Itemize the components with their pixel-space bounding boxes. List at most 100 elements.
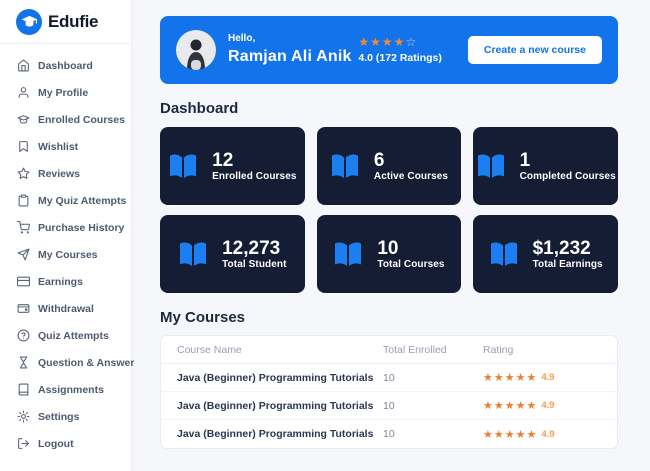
sidebar-item-label: My Courses	[38, 249, 98, 261]
stat-value: 10	[377, 238, 444, 260]
course-name: Java (Beginner) Programming Tutorials	[177, 428, 383, 440]
send-icon	[17, 248, 30, 261]
rating-score: 4.9	[541, 429, 554, 440]
stat-card-completed-courses: 1Completed Courses	[473, 127, 618, 205]
sidebar-item-label: Question & Answer	[38, 357, 134, 369]
sidebar-item-my-quiz-attempts[interactable]: My Quiz Attempts	[0, 187, 131, 214]
user-name: Ramjan Ali Anik	[228, 46, 352, 68]
notebook-icon	[17, 383, 30, 396]
open-book-icon	[476, 153, 506, 179]
course-enrolled: 10	[383, 372, 483, 384]
sidebar-item-enrolled-courses[interactable]: Enrolled Courses	[0, 106, 131, 133]
sidebar-item-label: My Profile	[38, 87, 88, 99]
open-book-icon	[168, 153, 198, 179]
sidebar-item-assignments[interactable]: Assignments	[0, 376, 131, 403]
sidebar-item-label: Earnings	[38, 276, 83, 288]
greeting-block: Hello, Ramjan Ali Anik	[228, 32, 352, 67]
clipboard-icon	[17, 194, 30, 207]
course-name: Java (Beginner) Programming Tutorials	[177, 372, 383, 384]
stat-label: Enrolled Courses	[212, 171, 296, 182]
stat-label: Total Courses	[377, 259, 444, 270]
bookmark-icon	[17, 140, 30, 153]
sidebar-item-label: Settings	[38, 411, 79, 423]
stat-card-total-courses: 10Total Courses	[317, 215, 462, 293]
stats-grid: 12Enrolled Courses6Active Courses1Comple…	[160, 127, 618, 293]
stat-value: 12	[212, 150, 296, 172]
courses-table: Course Name Total Enrolled Rating Java (…	[160, 335, 618, 449]
sidebar-nav: Dashboard My Profile Enrolled Courses Wishl…	[0, 44, 131, 457]
open-book-icon	[330, 153, 360, 179]
hourglass-icon	[17, 356, 30, 369]
stat-card-total-earnings: $1,232Total Earnings	[473, 215, 618, 293]
star-rating-icons: ★★★★☆	[358, 34, 441, 51]
logo[interactable]: Edufie	[0, 0, 131, 44]
sidebar-item-reviews[interactable]: Reviews	[0, 160, 131, 187]
rating-score: 4.9	[541, 400, 554, 411]
sidebar-item-my-courses[interactable]: My Courses	[0, 241, 131, 268]
rating-score: 4.9	[541, 372, 554, 383]
course-enrolled: 10	[383, 400, 483, 412]
table-header-row: Course Name Total Enrolled Rating	[161, 336, 617, 364]
sidebar-item-logout[interactable]: Logout	[0, 430, 131, 457]
open-book-icon	[333, 241, 363, 267]
home-icon	[17, 59, 30, 72]
star-rating-icons: ★★★★★	[483, 371, 537, 384]
sidebar-item-wishlist[interactable]: Wishlist	[0, 133, 131, 160]
stat-card-total-student: 12,273Total Student	[160, 215, 305, 293]
stat-card-active-courses: 6Active Courses	[317, 127, 462, 205]
stat-value: $1,232	[533, 238, 603, 260]
sidebar-item-label: Logout	[38, 438, 74, 450]
sidebar-item-withdrawal[interactable]: Withdrawal	[0, 295, 131, 322]
table-body: Java (Beginner) Programming Tutorials10★…	[161, 364, 617, 448]
app-name: Edufie	[48, 12, 98, 32]
sidebar-item-earnings[interactable]: Earnings	[0, 268, 131, 295]
dashboard-heading: Dashboard	[160, 100, 618, 117]
course-rating: ★★★★★ 4.9	[483, 371, 601, 384]
column-rating: Rating	[483, 344, 601, 356]
sidebar-item-label: Withdrawal	[38, 303, 94, 315]
credit-card-icon	[17, 275, 30, 288]
stat-label: Completed Courses	[520, 171, 616, 182]
main-content: Hello, Ramjan Ali Anik ★★★★☆ 4.0 (172 Ra…	[132, 0, 650, 471]
banner-right: ★★★★☆ 4.0 (172 Ratings) Create a new cou…	[358, 34, 602, 65]
column-total-enrolled: Total Enrolled	[383, 344, 483, 356]
sidebar-item-my-profile[interactable]: My Profile	[0, 79, 131, 106]
stat-value: 1	[520, 150, 616, 172]
graduation-cap-logo-icon	[16, 9, 42, 35]
sidebar-item-label: Quiz Attempts	[38, 330, 109, 342]
stat-label: Total Student	[222, 259, 286, 270]
stat-value: 12,273	[222, 238, 286, 260]
table-row[interactable]: Java (Beginner) Programming Tutorials10★…	[161, 392, 617, 420]
table-row[interactable]: Java (Beginner) Programming Tutorials10★…	[161, 364, 617, 392]
sidebar-item-settings[interactable]: Settings	[0, 403, 131, 430]
stat-value: 6	[374, 150, 448, 172]
rating-text: 4.0 (172 Ratings)	[358, 51, 441, 66]
logout-icon	[17, 437, 30, 450]
sidebar-item-question-answer[interactable]: Question & Answer	[0, 349, 131, 376]
stat-card-enrolled-courses: 12Enrolled Courses	[160, 127, 305, 205]
sidebar-item-label: My Quiz Attempts	[38, 195, 126, 207]
sidebar: Edufie Dashboard My Profile Enrolled Cours…	[0, 0, 132, 471]
star-rating-icons: ★★★★★	[483, 428, 537, 441]
sidebar-item-quiz-attempts[interactable]: Quiz Attempts	[0, 322, 131, 349]
table-row[interactable]: Java (Beginner) Programming Tutorials10★…	[161, 420, 617, 448]
sidebar-item-purchase-history[interactable]: Purchase History	[0, 214, 131, 241]
wallet-icon	[17, 302, 30, 315]
create-course-button[interactable]: Create a new course	[468, 36, 602, 64]
sidebar-item-label: Wishlist	[38, 141, 78, 153]
course-rating: ★★★★★ 4.9	[483, 428, 601, 441]
greeting-text: Hello,	[228, 32, 352, 46]
sidebar-item-label: Assignments	[38, 384, 104, 396]
course-rating: ★★★★★4.9	[483, 399, 601, 412]
stat-label: Active Courses	[374, 171, 448, 182]
sidebar-item-dashboard[interactable]: Dashboard	[0, 52, 131, 79]
gear-icon	[17, 410, 30, 423]
sidebar-item-label: Dashboard	[38, 60, 93, 72]
column-course-name: Course Name	[177, 344, 383, 356]
instructor-rating: ★★★★☆ 4.0 (172 Ratings)	[358, 34, 441, 65]
avatar[interactable]	[176, 30, 216, 70]
graduation-cap-icon	[17, 113, 30, 126]
welcome-banner: Hello, Ramjan Ali Anik ★★★★☆ 4.0 (172 Ra…	[160, 16, 618, 84]
course-enrolled: 10	[383, 428, 483, 440]
open-book-icon	[178, 241, 208, 267]
